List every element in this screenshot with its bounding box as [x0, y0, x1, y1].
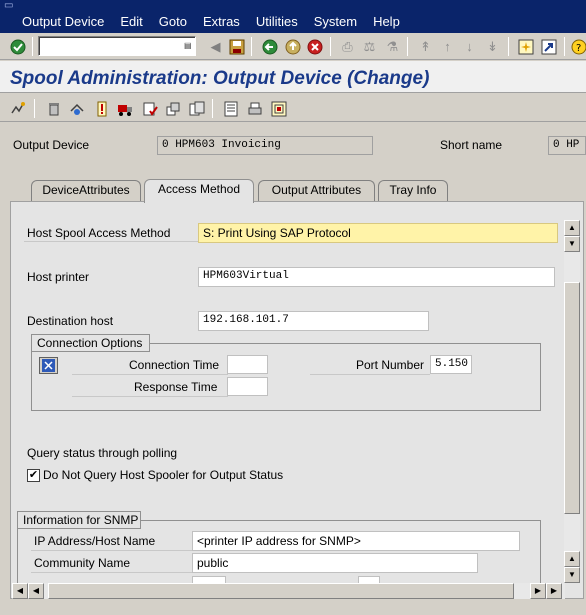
snmp-group: [17, 520, 541, 584]
scroll-up-page-icon[interactable]: ▲: [564, 551, 580, 567]
snmp-ip-field[interactable]: <printer IP address for SNMP>: [192, 531, 520, 551]
short-name-label: Short name: [440, 138, 503, 152]
back-icon[interactable]: [260, 37, 279, 56]
display-change-icon[interactable]: [8, 99, 27, 118]
output-device-label: Output Device: [13, 138, 90, 152]
cancel-icon[interactable]: [305, 37, 324, 56]
shortcut-icon[interactable]: [539, 37, 558, 56]
connection-options-title: Connection Options: [31, 334, 150, 352]
connection-options-group: [31, 343, 541, 411]
scroll-up-icon[interactable]: ▲: [564, 220, 580, 236]
tab-device-attributes[interactable]: DeviceAttributes: [31, 180, 141, 201]
application-toolbar: [0, 94, 586, 122]
destination-host-label: Destination host: [27, 314, 114, 328]
tab-output-attributes[interactable]: Output Attributes: [258, 180, 375, 201]
vertical-scroll-thumb[interactable]: [564, 282, 580, 514]
title-bar: ▭ Output Device Edit Goto Extras Utiliti…: [0, 0, 586, 33]
menu-system[interactable]: System: [314, 14, 357, 29]
polling-heading: Query status through polling: [27, 446, 178, 460]
snmp-community-label: Community Name: [34, 556, 131, 570]
horizontal-scroll-thumb[interactable]: [48, 583, 514, 599]
output-device-field: 0 HPM603 Invoicing: [157, 136, 373, 155]
standard-toolbar: ▤ ◀ ⎙ ⚖ ⚗ ↟ ↑ ↓ ↡ ?: [0, 33, 586, 60]
previous-page-icon[interactable]: ↑: [438, 37, 457, 56]
snmp-ip-label: IP Address/Host Name: [34, 534, 156, 548]
snmp-partial-field-2[interactable]: [358, 576, 380, 583]
save-icon[interactable]: [227, 37, 246, 56]
first-page-icon[interactable]: ↟: [416, 37, 435, 56]
overview-icon[interactable]: [269, 99, 288, 118]
collapse-left-icon[interactable]: ◀: [206, 37, 225, 56]
transport-icon[interactable]: [163, 99, 182, 118]
help-icon[interactable]: ?: [569, 37, 586, 56]
check-list-icon[interactable]: [140, 99, 159, 118]
delete-connection-button[interactable]: [39, 357, 58, 374]
snmp-community-field[interactable]: public: [192, 553, 478, 573]
connection-time-field[interactable]: [227, 355, 268, 374]
command-field[interactable]: ▤: [38, 36, 196, 56]
no-query-checkbox-label: Do Not Query Host Spooler for Output Sta…: [43, 468, 284, 482]
connection-time-label: Connection Time: [129, 358, 220, 372]
destination-host-field[interactable]: 192.168.101.7: [198, 311, 429, 331]
svg-text:?: ?: [576, 43, 581, 54]
exit-icon[interactable]: [283, 37, 302, 56]
scroll-down-page-icon[interactable]: ▼: [564, 236, 580, 252]
menu-extras[interactable]: Extras: [203, 14, 240, 29]
page-title: Spool Administration: Output Device (Cha…: [10, 68, 430, 89]
truck-icon[interactable]: [115, 99, 134, 118]
scroll-last-icon[interactable]: ▶: [546, 583, 562, 599]
create-session-icon[interactable]: [516, 37, 535, 56]
host-printer-field[interactable]: HPM603Virtual: [198, 267, 555, 287]
print-icon[interactable]: ⎙: [338, 37, 357, 56]
menu-bar: Output Device Edit Goto Extras Utilities…: [0, 10, 408, 32]
scroll-left-icon[interactable]: ◀: [28, 583, 44, 599]
snmp-partial-field[interactable]: [192, 576, 226, 583]
find-next-icon[interactable]: ⚗: [383, 37, 402, 56]
tab-access-method[interactable]: Access Method: [144, 179, 254, 203]
port-number-field[interactable]: 5.150: [430, 355, 472, 374]
response-time-field[interactable]: [227, 377, 268, 396]
tab-tray-info[interactable]: Tray Info: [378, 180, 448, 201]
short-name-field: 0 HP: [548, 136, 586, 155]
compare-icon[interactable]: [67, 99, 86, 118]
printer-test-icon[interactable]: [245, 99, 264, 118]
host-spool-field[interactable]: S: Print Using SAP Protocol: [198, 223, 558, 243]
horizontal-scrollbar[interactable]: ◀ ◀ ▶ ▶: [12, 583, 565, 599]
delete-icon[interactable]: [44, 99, 63, 118]
scroll-down-icon[interactable]: ▼: [564, 567, 580, 583]
page-title-bar: Spool Administration: Output Device (Cha…: [0, 61, 586, 93]
menu-utilities[interactable]: Utilities: [256, 14, 298, 29]
find-icon[interactable]: ⚖: [360, 37, 379, 56]
menu-goto[interactable]: Goto: [159, 14, 187, 29]
menu-help[interactable]: Help: [373, 14, 400, 29]
no-query-checkbox[interactable]: ✔: [27, 469, 40, 482]
host-spool-label: Host Spool Access Method: [27, 226, 171, 240]
last-page-icon[interactable]: ↡: [483, 37, 502, 56]
snmp-title: Information for SNMP: [17, 511, 141, 529]
menu-edit[interactable]: Edit: [120, 14, 142, 29]
info-icon[interactable]: [92, 99, 111, 118]
vertical-scrollbar[interactable]: ▲ ▼ ▲ ▼: [564, 220, 580, 583]
enter-check-icon[interactable]: [8, 37, 27, 56]
port-number-label: Port Number: [356, 358, 425, 372]
command-history-icon[interactable]: ▤: [184, 41, 192, 51]
next-page-icon[interactable]: ↓: [460, 37, 479, 56]
scroll-right-icon[interactable]: ▶: [530, 583, 546, 599]
document-icon[interactable]: [221, 99, 240, 118]
copy-icon[interactable]: [187, 99, 206, 118]
scroll-first-icon[interactable]: ◀: [12, 583, 28, 599]
host-printer-label: Host printer: [27, 270, 90, 284]
menu-output-device[interactable]: Output Device: [22, 14, 104, 29]
response-time-label: Response Time: [134, 380, 218, 394]
